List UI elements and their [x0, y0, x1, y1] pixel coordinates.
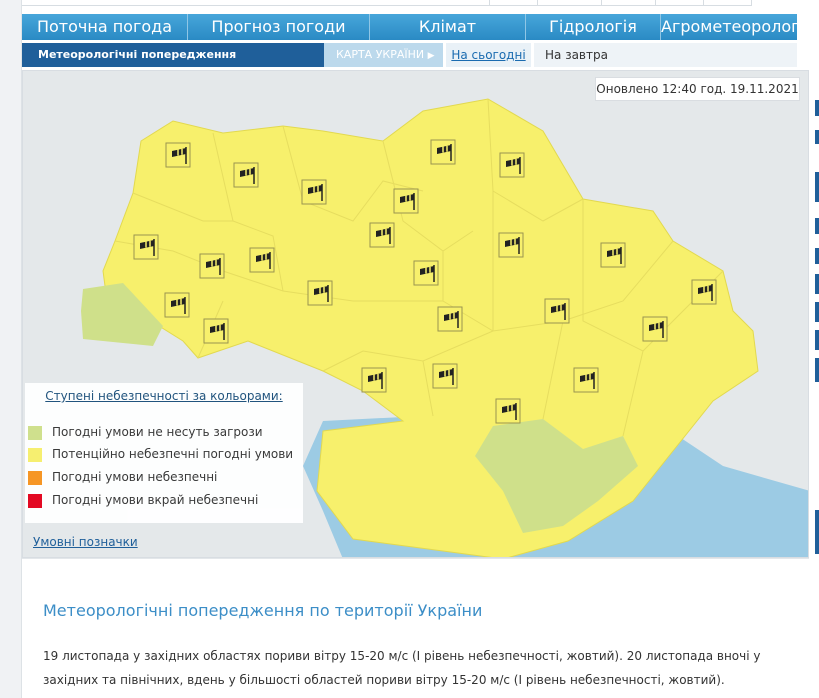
top-strip-cell: [490, 0, 538, 6]
page: Поточна погода Прогноз погоди Клімат Гід…: [0, 0, 819, 698]
nav-hydrology[interactable]: Гідрологія: [526, 14, 661, 40]
right-rail-block: [815, 330, 819, 350]
windsock-icon: [495, 398, 521, 424]
windsock-icon: [499, 152, 525, 178]
legend-label: Погодні умови вкрай небезпечні: [52, 493, 259, 507]
nav-climate[interactable]: Клімат: [370, 14, 526, 40]
right-rail: [812, 70, 819, 560]
windsock-icon: [249, 247, 275, 273]
windsock-icon: [133, 234, 159, 260]
windsock-icon: [432, 363, 458, 389]
windsock-icon: [165, 142, 191, 168]
windsock-icon: [600, 242, 626, 268]
legend-label: Погодні умови небезпечні: [52, 470, 218, 484]
severity-legend: Ступені небезпечності за кольорами: Пого…: [25, 383, 303, 523]
legend-swatch-red: [28, 494, 42, 508]
left-rail: [0, 0, 22, 698]
right-rail-block: [815, 100, 819, 116]
windsock-icon: [430, 139, 456, 165]
top-strip-cell: [704, 0, 752, 6]
windsock-icon: [233, 162, 259, 188]
tab-today[interactable]: На сьогодні: [446, 43, 531, 67]
legend-swatch-green: [28, 426, 42, 440]
windsock-icon: [437, 306, 463, 332]
tab-ukraine-map-label: КАРТА УКРАЇНИ: [336, 48, 425, 61]
tab-weather-warnings[interactable]: Метеорологічні попередження: [22, 43, 334, 67]
tab-tomorrow[interactable]: На завтра: [534, 43, 797, 67]
right-rail-block: [815, 172, 819, 202]
ukraine-warning-map: Оновлено 12:40 год. 19.11.2021 Ступені н…: [22, 70, 809, 558]
nav-forecast[interactable]: Прогноз погоди: [188, 14, 370, 40]
windsock-icon: [544, 298, 570, 324]
windsock-icon: [361, 367, 387, 393]
right-rail-block: [815, 218, 819, 234]
nav-current-weather[interactable]: Поточна погода: [22, 14, 188, 40]
windsock-icon: [393, 188, 419, 214]
sub-nav: Метеорологічні попередження КАРТА УКРАЇН…: [22, 43, 797, 67]
windsock-icon: [498, 232, 524, 258]
legend-swatch-yellow: [28, 448, 42, 462]
legend-title[interactable]: Ступені небезпечності за кольорами:: [25, 389, 303, 403]
right-rail-block: [815, 248, 819, 264]
article-title: Метеорологічні попередження по території…: [43, 601, 483, 620]
right-rail-block: [815, 510, 819, 554]
updated-timestamp: Оновлено 12:40 год. 19.11.2021: [595, 77, 800, 101]
windsock-icon: [691, 279, 717, 305]
top-strip-cell: [22, 0, 490, 6]
chevron-right-icon: ▶: [427, 51, 435, 61]
windsock-icon: [369, 222, 395, 248]
windsock-icon: [203, 318, 229, 344]
symbols-legend-link[interactable]: Умовні позначки: [33, 535, 138, 549]
windsock-icon: [199, 253, 225, 279]
tab-ukraine-map[interactable]: КАРТА УКРАЇНИ ▶: [324, 43, 443, 67]
windsock-icon: [301, 179, 327, 205]
right-rail-block: [815, 274, 819, 294]
windsock-icon: [413, 260, 439, 286]
article-text: 19 листопада у західних областях пориви …: [43, 649, 761, 687]
map-divider: [22, 558, 809, 559]
right-rail-block: [815, 302, 819, 322]
windsock-icon: [307, 280, 333, 306]
legend-swatch-orange: [28, 471, 42, 485]
top-strip-cell: [656, 0, 704, 6]
legend-label: Потенційно небезпечні погодні умови: [52, 447, 294, 461]
legend-label: Погодні умови не несуть загрози: [52, 425, 263, 439]
windsock-icon: [642, 316, 668, 342]
windsock-icon: [573, 367, 599, 393]
right-rail-block: [815, 358, 819, 382]
top-strip-cell: [602, 0, 656, 6]
top-strip: [22, 0, 819, 8]
nav-agrometeorology[interactable]: Агрометеорологія: [661, 14, 814, 40]
windsock-icon: [164, 292, 190, 318]
right-rail-block: [815, 130, 819, 144]
top-strip-cell: [538, 0, 602, 6]
main-nav: Поточна погода Прогноз погоди Клімат Гід…: [22, 14, 814, 40]
